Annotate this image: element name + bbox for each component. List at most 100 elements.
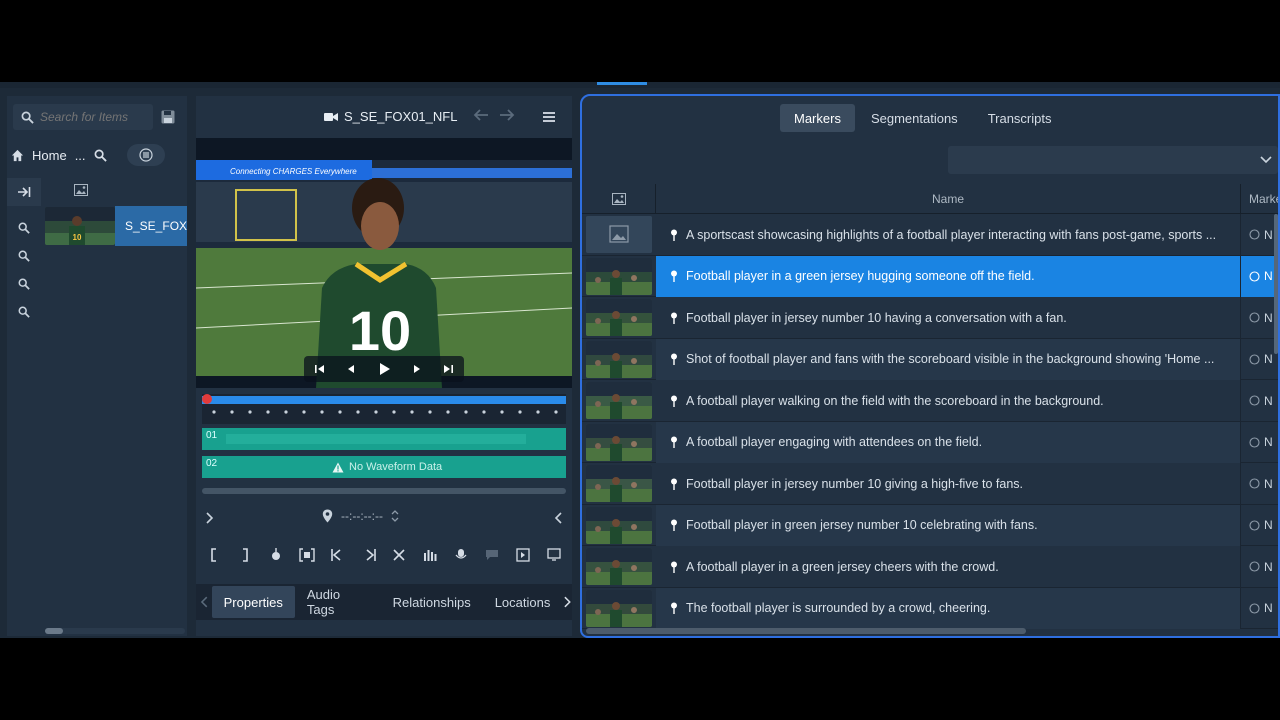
- markers-vertical-scrollbar[interactable]: [1274, 214, 1278, 354]
- tab-properties[interactable]: Properties: [211, 586, 295, 618]
- radio-icon[interactable]: [1249, 229, 1260, 240]
- tabs-scroll-right-icon[interactable]: [562, 596, 572, 608]
- radio-icon[interactable]: [1249, 478, 1260, 489]
- search-box[interactable]: [13, 104, 153, 130]
- go-to-out-button[interactable]: [359, 545, 379, 565]
- tabs-scroll-left-icon[interactable]: [200, 596, 210, 608]
- skip-to-start-icon[interactable]: [314, 363, 326, 375]
- tab-segmentations[interactable]: Segmentations: [857, 104, 972, 132]
- add-marker-button[interactable]: [266, 545, 286, 565]
- timeline-ruler[interactable]: [202, 394, 566, 424]
- chevron-right-icon[interactable]: [204, 512, 214, 524]
- marker-type-cell[interactable]: N: [1240, 546, 1278, 587]
- marker-row[interactable]: Shot of football player and fans with th…: [582, 338, 1278, 380]
- breadcrumb-ellipsis[interactable]: ...: [75, 148, 86, 163]
- marker-name-cell[interactable]: A football player engaging with attendee…: [656, 421, 1240, 463]
- marker-type-cell[interactable]: N: [1240, 504, 1278, 546]
- comment-button[interactable]: [482, 545, 502, 565]
- bracket-close-icon: [242, 548, 248, 562]
- marker-row[interactable]: A football player engaging with attendee…: [582, 421, 1278, 463]
- player-menu-button[interactable]: [538, 106, 560, 128]
- marker-name-cell[interactable]: Football player in green jersey number 1…: [656, 504, 1240, 546]
- marker-column-header[interactable]: Marke: [1240, 184, 1278, 214]
- mark-out-button[interactable]: [235, 545, 255, 565]
- stepper-icon[interactable]: [391, 509, 399, 523]
- marker-name-cell[interactable]: A football player in a green jersey chee…: [656, 546, 1240, 587]
- radio-icon[interactable]: [1249, 353, 1260, 365]
- marker-row[interactable]: A sportscast showcasing highlights of a …: [582, 214, 1278, 256]
- marker-row[interactable]: Football player in jersey number 10 havi…: [582, 297, 1278, 339]
- marker-row[interactable]: A football player walking on the field w…: [582, 380, 1278, 422]
- breadcrumb-home[interactable]: Home: [32, 148, 67, 163]
- add-segment-button[interactable]: [297, 545, 317, 565]
- clear-marks-button[interactable]: [389, 545, 409, 565]
- tab-audio-tags[interactable]: Audio Tags: [295, 586, 381, 618]
- marker-row[interactable]: Football player in a green jersey huggin…: [582, 255, 1278, 297]
- marker-row[interactable]: A football player in a green jersey chee…: [582, 546, 1278, 588]
- search-input[interactable]: [40, 110, 140, 124]
- marker-row[interactable]: Football player in jersey number 10 givi…: [582, 463, 1278, 505]
- mark-in-button[interactable]: [204, 545, 224, 565]
- save-search-button[interactable]: [157, 106, 179, 128]
- marker-filter-dropdown[interactable]: [948, 146, 1278, 174]
- audio-levels-button[interactable]: [420, 545, 440, 565]
- chevron-left-icon[interactable]: [554, 512, 564, 524]
- marker-row[interactable]: The football player is surrounded by a c…: [582, 587, 1278, 629]
- marker-type-cell[interactable]: N: [1240, 380, 1278, 421]
- no-waveform-text: No Waveform Data: [349, 461, 443, 473]
- radio-icon[interactable]: [1249, 312, 1260, 323]
- timecode-display[interactable]: --:--:--:--: [322, 509, 399, 523]
- search-tool-4[interactable]: [7, 298, 41, 326]
- screen-button[interactable]: [544, 545, 564, 565]
- audio-track-02[interactable]: 02 No Waveform Data: [202, 456, 566, 478]
- go-to-in-button[interactable]: [328, 545, 348, 565]
- search-tool-1[interactable]: [7, 214, 41, 242]
- play-icon[interactable]: [377, 362, 391, 376]
- tab-transcripts[interactable]: Transcripts: [974, 104, 1066, 132]
- radio-icon[interactable]: [1249, 270, 1260, 282]
- search-tool-2[interactable]: [7, 242, 41, 270]
- home-icon[interactable]: [11, 149, 24, 162]
- marker-type: N: [1264, 393, 1273, 408]
- skip-to-end-icon[interactable]: [442, 363, 454, 375]
- thumbnail-column-header: [582, 184, 656, 214]
- marker-name-cell[interactable]: Football player in jersey number 10 givi…: [656, 463, 1240, 504]
- radio-icon[interactable]: [1249, 561, 1260, 572]
- next-arrow-icon[interactable]: [498, 108, 516, 122]
- radio-icon[interactable]: [1249, 602, 1260, 614]
- radio-icon[interactable]: [1249, 395, 1260, 406]
- step-back-icon[interactable]: [345, 363, 357, 375]
- item-name-cell[interactable]: S_SE_FOX01_NFL: [115, 206, 187, 246]
- search-icon[interactable]: [94, 149, 107, 162]
- name-column-header[interactable]: Name: [656, 184, 1240, 214]
- search-tool-3[interactable]: [7, 270, 41, 298]
- library-item[interactable]: 10 S_SE_FOX01_NFL: [45, 206, 187, 246]
- radio-icon[interactable]: [1249, 436, 1260, 448]
- step-forward-icon[interactable]: [411, 363, 423, 375]
- tab-relationships[interactable]: Relationships: [381, 586, 483, 618]
- video-viewer[interactable]: Connecting CHARGES Everywhere 10: [196, 138, 572, 388]
- marker-name-cell[interactable]: The football player is surrounded by a c…: [656, 587, 1240, 629]
- marker-name-cell[interactable]: A sportscast showcasing highlights of a …: [656, 214, 1240, 255]
- timeline[interactable]: 01 02 No Waveform Data: [202, 394, 566, 498]
- microphone-button[interactable]: [451, 545, 471, 565]
- audio-track-01[interactable]: 01: [202, 428, 566, 450]
- marker-name-cell[interactable]: Shot of football player and fans with th…: [656, 338, 1240, 380]
- export-button[interactable]: [513, 545, 533, 565]
- marker-name-cell[interactable]: A football player walking on the field w…: [656, 380, 1240, 421]
- previous-arrow-icon[interactable]: [472, 108, 490, 122]
- marker-name-cell[interactable]: Football player in jersey number 10 havi…: [656, 297, 1240, 338]
- marker-type-cell[interactable]: N: [1240, 587, 1278, 629]
- marker-type-cell[interactable]: N: [1240, 463, 1278, 504]
- marker-type-cell[interactable]: N: [1240, 421, 1278, 463]
- library-horizontal-scrollbar[interactable]: [45, 628, 185, 634]
- markers-horizontal-scrollbar[interactable]: [586, 628, 1276, 634]
- marker-row[interactable]: Football player in green jersey number 1…: [582, 504, 1278, 546]
- tab-markers[interactable]: Markers: [780, 104, 855, 132]
- tab-locations[interactable]: Locations: [483, 586, 563, 618]
- marker-name-cell[interactable]: Football player in a green jersey huggin…: [656, 255, 1240, 297]
- timeline-scrollbar[interactable]: [202, 488, 566, 494]
- radio-icon[interactable]: [1249, 519, 1260, 531]
- collapse-panel-button[interactable]: [7, 178, 41, 206]
- list-view-toggle[interactable]: [126, 144, 165, 166]
